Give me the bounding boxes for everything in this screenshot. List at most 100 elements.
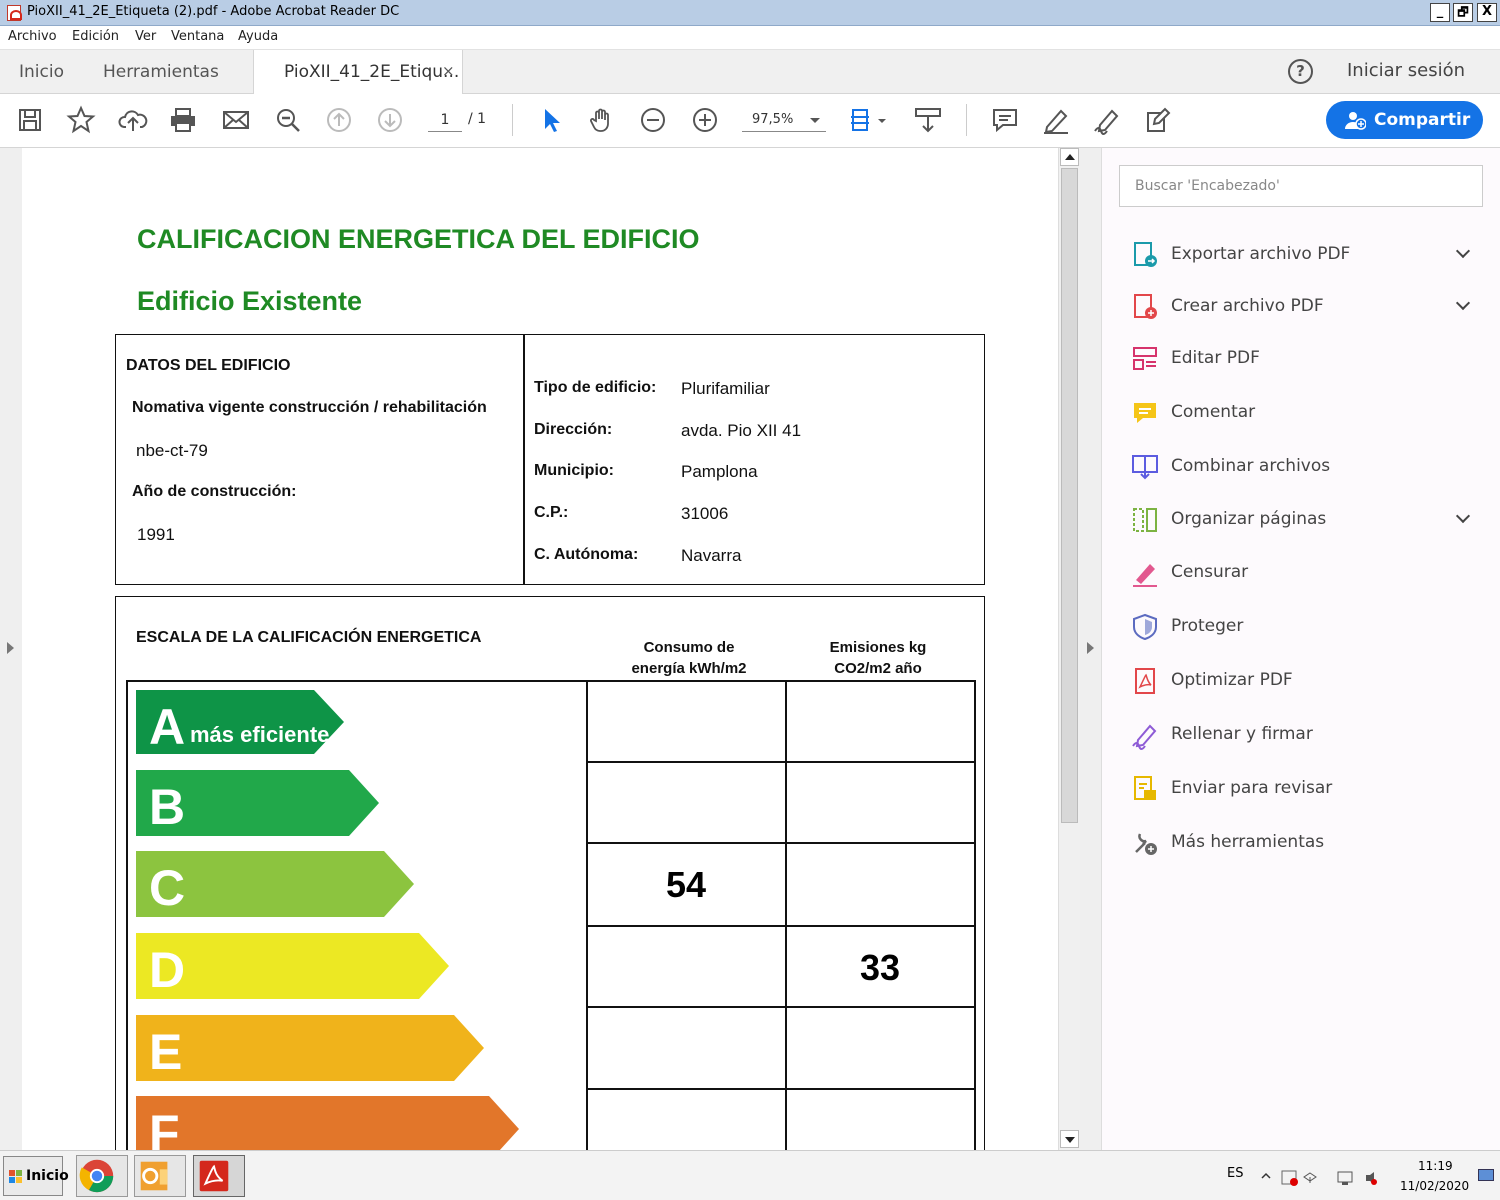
info-value: avda. Pio XII 41 — [681, 421, 802, 440]
grade-letter-e: E — [149, 1024, 182, 1080]
previous-page-icon[interactable] — [324, 105, 354, 135]
chevron-down-icon — [810, 118, 820, 123]
scroll-down-icon[interactable] — [1060, 1130, 1079, 1148]
edit-pdf-icon — [1133, 347, 1157, 370]
sign-pen-icon[interactable] — [1092, 105, 1122, 135]
tool-item[interactable]: Rellenar y firmar — [1130, 716, 1490, 752]
chevron-down-icon[interactable] — [1455, 295, 1471, 311]
tool-item[interactable]: Organizar páginas — [1130, 501, 1490, 537]
scroll-up-icon[interactable] — [1060, 148, 1079, 166]
close-button[interactable]: X — [1477, 3, 1497, 22]
grid-left — [126, 680, 128, 1150]
tool-item[interactable]: Enviar para revisar — [1130, 770, 1490, 806]
tool-item[interactable]: Editar PDF — [1130, 340, 1490, 376]
grid-row — [586, 842, 976, 844]
datos-heading: DATOS DEL EDIFICIO — [126, 357, 291, 374]
start-button[interactable]: Inicio — [3, 1156, 69, 1196]
create-pdf-icon — [1134, 294, 1157, 319]
grid-row — [586, 925, 976, 927]
chevron-down-icon[interactable] — [1455, 243, 1471, 259]
menu-bar: Archivo Edición Ver Ventana Ayuda — [0, 26, 1500, 50]
highlight-pen-icon[interactable] — [1041, 105, 1071, 135]
zoom-in-icon[interactable] — [690, 105, 720, 135]
consumo-header-line1: Consumo de — [643, 639, 735, 656]
tab-herramientas[interactable]: Herramientas — [103, 50, 219, 94]
menu-archivo[interactable]: Archivo — [8, 29, 57, 44]
help-icon[interactable]: ? — [1288, 59, 1313, 84]
select-cursor-icon[interactable] — [536, 105, 566, 135]
page-number-input[interactable]: 1 — [428, 108, 462, 132]
tool-label: Rellenar y firmar — [1171, 724, 1313, 744]
consumo-value: 54 — [665, 864, 707, 905]
zoom-dropdown[interactable]: 97,5% — [742, 108, 826, 132]
tool-item[interactable]: Exportar archivo PDF — [1130, 236, 1490, 272]
fit-page-icon[interactable] — [848, 105, 890, 135]
menu-edicion[interactable]: Edición — [72, 29, 119, 44]
menu-ventana[interactable]: Ventana — [171, 29, 224, 44]
clock-time: 11:19 — [1418, 1159, 1453, 1173]
taskbar-chrome[interactable] — [76, 1155, 128, 1197]
tools-panel: Buscar 'Encabezado' Exportar archivo PDF… — [1102, 148, 1500, 1150]
tool-item[interactable]: Crear archivo PDF — [1130, 288, 1490, 324]
tool-item[interactable]: Censurar — [1130, 554, 1490, 590]
consumo-header-line2: energía kWh/m2 — [631, 660, 747, 677]
tools-search-input[interactable]: Buscar 'Encabezado' — [1119, 165, 1483, 207]
redact-icon — [1133, 564, 1157, 587]
vertical-scrollbar[interactable] — [1058, 148, 1080, 1150]
anio-value: 1991 — [137, 525, 175, 544]
tool-label: Optimizar PDF — [1171, 670, 1293, 690]
menu-ayuda[interactable]: Ayuda — [238, 29, 278, 44]
acrobat-reader-icon — [199, 1160, 229, 1192]
tool-item[interactable]: Comentar — [1130, 394, 1490, 430]
signin-link[interactable]: Iniciar sesión — [1347, 60, 1465, 81]
tab-document[interactable]: PioXII_41_2E_Etiqu... — [253, 50, 463, 95]
bookmark-star-icon[interactable] — [66, 105, 96, 135]
document-page: CALIFICACION ENERGETICA DEL EDIFICIO Edi… — [22, 148, 1058, 1150]
add-user-icon — [1345, 112, 1366, 130]
taskbar-acrobat[interactable] — [193, 1155, 245, 1197]
protect-icon — [1133, 613, 1157, 641]
email-icon[interactable] — [221, 105, 251, 135]
comment-icon[interactable] — [990, 105, 1020, 135]
tool-label: Editar PDF — [1171, 348, 1260, 368]
grid-col-emisiones — [785, 680, 787, 1150]
restore-button[interactable]: 🗗 — [1453, 3, 1473, 22]
tab-inicio[interactable]: Inicio — [19, 50, 64, 94]
tool-label: Crear archivo PDF — [1171, 296, 1324, 316]
menu-ver[interactable]: Ver — [135, 29, 156, 44]
minimize-button[interactable]: _ — [1430, 3, 1450, 22]
right-panel-toggle[interactable] — [1080, 148, 1102, 1150]
tool-item[interactable]: Proteger — [1130, 608, 1490, 644]
grade-letter-d: D — [149, 942, 185, 998]
tool-item[interactable]: Más herramientas — [1130, 824, 1490, 860]
chrome-icon — [79, 1159, 114, 1193]
taskbar-outlook[interactable] — [134, 1155, 186, 1197]
scroll-mode-icon[interactable] — [913, 105, 943, 135]
tab-close-icon[interactable]: × — [442, 62, 455, 80]
show-desktop-icon[interactable] — [1478, 1169, 1494, 1181]
tool-label: Más herramientas — [1171, 832, 1325, 852]
grade-arrow-f — [136, 1096, 519, 1150]
upload-cloud-icon[interactable] — [118, 105, 148, 135]
zoom-search-icon[interactable] — [273, 105, 303, 135]
grade-arrow-e — [136, 1015, 484, 1081]
tool-item[interactable]: Combinar archivos — [1130, 448, 1490, 484]
language-indicator[interactable]: ES — [1227, 1166, 1243, 1181]
left-panel-toggle[interactable] — [0, 148, 22, 1150]
scroll-thumb[interactable] — [1061, 168, 1078, 823]
print-icon[interactable] — [168, 105, 198, 135]
info-value: Pamplona — [681, 462, 758, 481]
anio-label: Año de construcción: — [132, 483, 297, 500]
windows-flag-icon — [9, 1170, 22, 1183]
tool-label: Enviar para revisar — [1171, 778, 1333, 798]
hand-tool-icon[interactable] — [587, 105, 617, 135]
system-tray-icons[interactable] — [1258, 1167, 1378, 1187]
chevron-down-icon[interactable] — [1455, 508, 1471, 524]
stamp-edit-icon[interactable] — [1143, 105, 1173, 135]
tool-item[interactable]: Optimizar PDF — [1130, 662, 1490, 698]
next-page-icon[interactable] — [375, 105, 405, 135]
save-icon[interactable] — [15, 105, 45, 135]
share-button[interactable]: Compartir — [1326, 101, 1483, 139]
grade-letter-c: C — [149, 860, 185, 916]
zoom-out-icon[interactable] — [638, 105, 668, 135]
